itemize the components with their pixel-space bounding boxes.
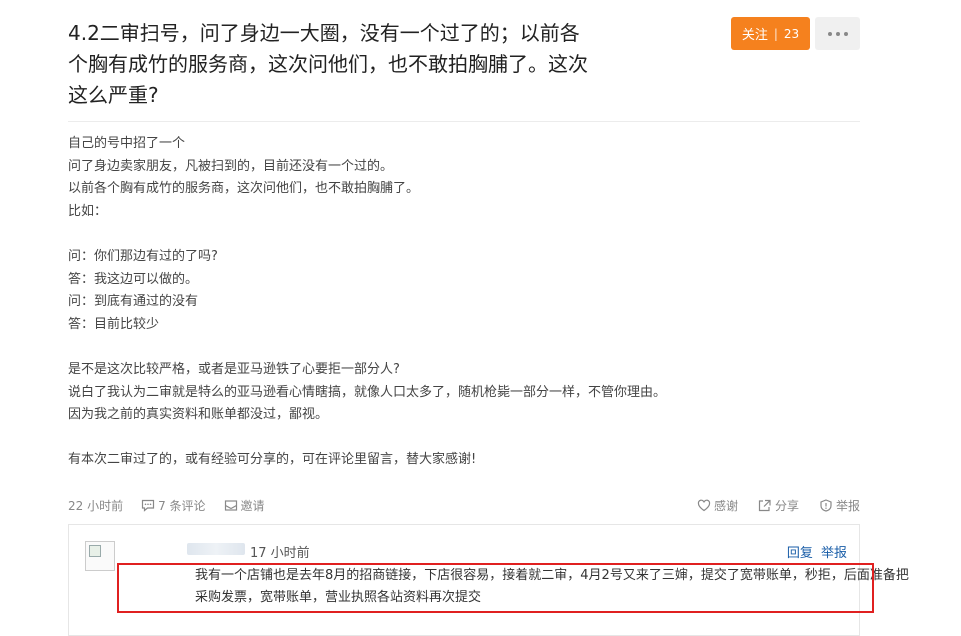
body-line	[68, 427, 860, 450]
commenter-avatar[interactable]	[85, 541, 115, 571]
body-line	[68, 223, 860, 246]
more-dot-icon	[827, 31, 832, 36]
report-button[interactable]: 举报	[819, 497, 860, 514]
post-body: 自己的号中招了一个 问了身边卖家朋友，凡被扫到的，目前还没有一个过的。 以前各个…	[68, 133, 860, 472]
body-line: 比如：	[68, 203, 108, 219]
thanks-button[interactable]: 感谢	[697, 497, 738, 514]
share-icon	[758, 499, 771, 511]
post-actions: 感谢 分享 举报	[677, 497, 860, 514]
follow-count: 23	[783, 26, 800, 41]
follow-separator: |	[773, 26, 778, 41]
comments-link[interactable]: 7 条评论	[141, 497, 206, 514]
commenter-name-redacted	[187, 543, 245, 555]
invite-link[interactable]: 邀请	[224, 497, 265, 514]
title-divider	[68, 121, 860, 122]
post-title: 4.2二审扫号，问了身边一大圈，没有一个过了的；以前各个胸有成竹的服务商，这次问…	[68, 21, 588, 107]
comment-actions: 回复 举报	[783, 542, 847, 561]
body-line: 答：目前比较少	[68, 316, 160, 332]
body-line: 答：我这边可以做的。	[68, 271, 199, 287]
more-dot-icon	[843, 31, 848, 36]
body-line: 以前各个胸有成竹的服务商，这次问他们，也不敢拍胸脯了。	[68, 181, 420, 197]
more-dot-icon	[835, 31, 840, 36]
comment-report-link[interactable]: 举报	[821, 546, 847, 561]
post-time: 22 小时前	[68, 498, 124, 513]
share-label: 分享	[774, 498, 799, 513]
more-options-button[interactable]	[815, 17, 860, 50]
thanks-label: 感谢	[713, 498, 738, 513]
comments-count: 7 条评论	[158, 498, 206, 513]
comment-time: 17 小时前	[250, 546, 310, 561]
post-meta-bar: 22 小时前 7 条评论 邀请 感谢 分享 举报	[68, 494, 860, 516]
body-line: 自己的号中招了一个	[68, 136, 186, 151]
body-line: 问了身边卖家朋友，凡被扫到的，目前还没有一个过的。	[68, 158, 394, 174]
comment-icon	[141, 499, 155, 512]
follow-label: 关注	[741, 28, 768, 43]
heart-icon	[697, 499, 711, 511]
invite-label: 邀请	[240, 498, 265, 513]
shield-warning-icon	[820, 498, 832, 512]
follow-button[interactable]: 关注 | 23	[731, 17, 810, 50]
comment-reply-link[interactable]: 回复	[787, 546, 813, 561]
comment-card: 17 小时前 回复 举报 我有一个店铺也是去年8月的招商链接，下店很容易，接着就…	[68, 524, 909, 636]
body-line: 说白了我认为二审就是特么的亚马逊看心情瞎搞，就像人口太多了，随机枪毙一部分一样，…	[68, 384, 667, 400]
body-line: 问：到底有通过的没有	[68, 294, 199, 310]
envelope-icon	[224, 499, 237, 511]
body-line: 有本次二审过了的，或有经验可分享的，可在评论里留言，替大家感谢!	[68, 452, 477, 468]
comment-text: 我有一个店铺也是去年8月的招商链接，下店很容易，接着就二审，4月2号又来了三婶，…	[195, 568, 909, 605]
report-label: 举报	[835, 498, 860, 513]
body-line: 是不是这次比较严格，或者是亚马逊铁了心要拒一部分人?	[68, 361, 400, 377]
body-line: 因为我之前的真实资料和账单都没过，鄙视。	[68, 407, 329, 423]
body-line	[68, 336, 860, 359]
share-button[interactable]: 分享	[758, 497, 799, 514]
body-line: 问：你们那边有过的了吗?	[68, 248, 218, 264]
